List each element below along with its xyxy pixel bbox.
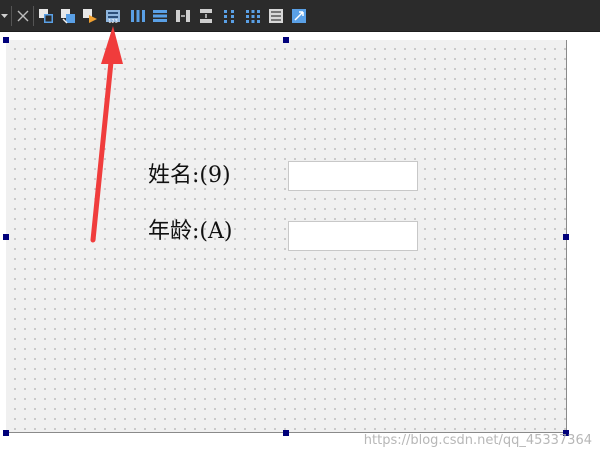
edit-widgets-icon[interactable] <box>37 7 55 25</box>
layout-horizontal-splitter-icon[interactable] <box>174 7 192 25</box>
toolbar-separator <box>11 6 12 26</box>
form-canvas[interactable] <box>6 40 567 433</box>
layout-vertical-splitter-icon[interactable] <box>197 7 215 25</box>
resize-handle-left[interactable] <box>3 234 9 240</box>
name-label: 姓名:(9) <box>148 163 231 188</box>
edit-buddies-icon[interactable] <box>81 7 99 25</box>
resize-handle-top-left[interactable] <box>3 37 9 43</box>
toolbar-separator <box>33 6 34 26</box>
age-label: 年龄:(A) <box>148 219 233 244</box>
layout-grid-icon[interactable] <box>244 7 262 25</box>
break-layout-icon[interactable] <box>267 7 285 25</box>
resize-handle-bottom[interactable] <box>283 430 289 436</box>
resize-handle-bottom-left[interactable] <box>3 430 9 436</box>
resize-handle-right[interactable] <box>563 234 569 240</box>
dropdown-arrow-icon[interactable] <box>0 7 10 25</box>
watermark: https://blog.csdn.net/qq_45337364 <box>363 433 592 448</box>
name-input[interactable] <box>288 161 418 191</box>
resize-handle-top[interactable] <box>283 37 289 43</box>
designer-toolbar: 123 <box>0 0 600 32</box>
close-icon[interactable] <box>14 7 32 25</box>
edit-tab-order-icon[interactable]: 123 <box>104 7 122 25</box>
layout-vertically-icon[interactable] <box>151 7 169 25</box>
layout-form-icon[interactable] <box>220 7 238 25</box>
layout-horizontally-icon[interactable] <box>129 7 147 25</box>
age-input[interactable] <box>288 221 418 251</box>
edit-signals-slots-icon[interactable] <box>59 7 77 25</box>
svg-text:123: 123 <box>108 19 118 25</box>
adjust-size-icon[interactable] <box>290 7 308 25</box>
